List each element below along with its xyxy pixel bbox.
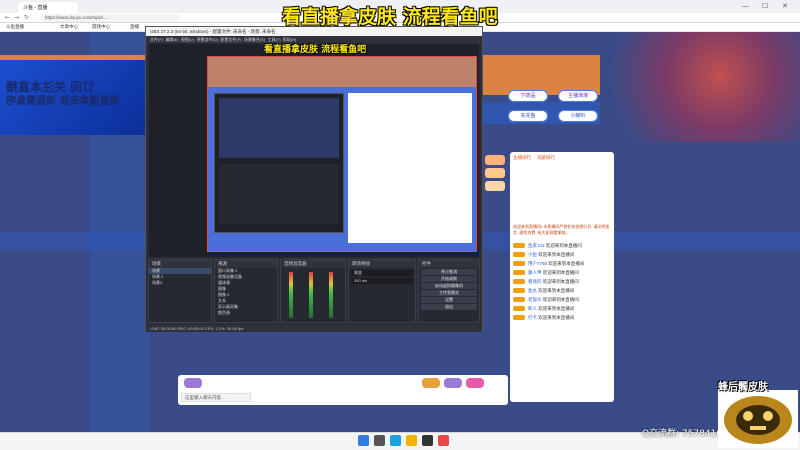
banner-art — [600, 32, 800, 142]
list-item: 打卡 欢迎来到本直播间 — [510, 313, 614, 322]
controls-dock: 控件 停止推流 开始录制 启动虚拟摄像机 工作室模式 设置 退出 — [418, 259, 480, 323]
chat-input[interactable]: 这里输入聊天内容... — [181, 393, 251, 402]
gift-icon[interactable] — [485, 181, 505, 191]
obs-icon[interactable] — [422, 435, 433, 446]
bottom-toolbar: 这里输入聊天内容... — [178, 375, 508, 405]
menu-item[interactable]: 场景集合(S) — [244, 37, 265, 42]
windows-start-icon[interactable] — [358, 435, 369, 446]
close-icon[interactable]: ✕ — [782, 2, 788, 10]
obs-window: OBS 27.2.3 (64-bit, windows) - 配置文件: 未命名… — [145, 26, 483, 332]
stop-stream-button[interactable]: 停止推流 — [421, 269, 477, 275]
maximize-icon[interactable]: ☐ — [762, 2, 768, 10]
menu-item[interactable]: 视图(V) — [181, 37, 194, 42]
scenes-dock: 场景 场景 场景 2 场景3 — [148, 259, 212, 323]
list-item: 鱼丸 欢迎来到本直播间 — [510, 286, 614, 295]
scene-item[interactable]: 场景3 — [149, 280, 211, 286]
list-item: 用户7788 欢迎来到本直播间 — [510, 259, 614, 268]
emote-icon[interactable] — [422, 378, 440, 388]
search-icon[interactable] — [374, 435, 385, 446]
back-icon[interactable]: ← — [5, 14, 10, 21]
gift-column — [482, 152, 508, 272]
dock-header: 音频混音器 — [281, 260, 345, 268]
page-button[interactable]: 充充鱼 — [508, 110, 548, 122]
dock-header: 转场特效 — [349, 260, 415, 268]
cam-label: 蜂后髑皮肤 — [718, 382, 768, 393]
dock-header: 场景 — [149, 260, 211, 268]
gift-icon[interactable] — [485, 155, 505, 165]
overlay-caption: 看直播拿皮肤 流程看鱼吧 — [282, 6, 498, 28]
forward-icon[interactable]: → — [14, 14, 19, 21]
browser-tab[interactable]: 斗鱼 - 直播 — [18, 2, 78, 13]
duration-field[interactable]: 300 ms — [351, 278, 413, 284]
settings-button[interactable]: 设置 — [421, 297, 477, 303]
chat-list: 鱼友123 欢迎来到本直播间 小鱼 欢迎来到本直播间 用户7788 欢迎来到本直… — [510, 241, 614, 322]
page-button[interactable]: 下饰品 — [508, 90, 548, 102]
mascot-icon — [724, 396, 792, 444]
volume-meter — [289, 272, 293, 318]
emote-icon[interactable] — [466, 378, 484, 388]
menu-item[interactable]: 文件(F) — [150, 37, 163, 42]
bookmark-item[interactable]: 文章中心 — [60, 24, 78, 30]
exit-button[interactable]: 退出 — [421, 304, 477, 310]
bookmark-item[interactable]: 直播 — [130, 24, 139, 30]
list-item: 老观众 欢迎来到本直播间 — [510, 295, 614, 304]
page-button[interactable]: 小喇叭 — [558, 110, 598, 122]
bookmark-item[interactable]: 游戏中心 — [92, 24, 110, 30]
transition-select[interactable]: 渐变 — [351, 270, 413, 276]
sources-dock: 来源 窗口采集 2 视频采集设备 媒体源 图像 图像 2 文本 显示器采集 颜色… — [214, 259, 278, 323]
chat-panel: 主播排行 贡献排行 欢迎来到直播间! 本直播间严禁任何违规行为, 请文明发言, … — [510, 152, 614, 402]
edge-icon[interactable] — [390, 435, 401, 446]
emote-icon[interactable] — [444, 378, 462, 388]
list-item: 鱼友123 欢迎来到本直播间 — [510, 241, 614, 250]
list-item: 看戏的 欢迎来到本直播间 — [510, 277, 614, 286]
preview-source — [207, 56, 477, 252]
dock-header: 控件 — [419, 260, 479, 268]
nested-caption: 看直播拿皮肤 流程看鱼吧 — [264, 45, 367, 55]
mirror-text: 看直播拿皮肤 流程看鱼吧 — [6, 96, 120, 107]
studio-mode-button[interactable]: 工作室模式 — [421, 290, 477, 296]
virtual-camera-button[interactable]: 启动虚拟摄像机 — [421, 283, 477, 289]
list-item: 小鱼 欢迎来到本直播间 — [510, 250, 614, 259]
emote-icon[interactable] — [184, 378, 202, 388]
app-icon[interactable] — [438, 435, 449, 446]
nested-obs — [214, 93, 344, 233]
minimize-icon[interactable]: — — [742, 2, 749, 10]
menu-item[interactable]: 配置文件(P) — [220, 37, 241, 42]
source-item[interactable]: 颜色源 — [215, 310, 277, 316]
chat-tab[interactable]: 贡献排行 — [537, 155, 555, 161]
menu-item[interactable]: 停靠部件(D) — [197, 37, 219, 42]
status-bar: LIVE: 00:00:00 REC: 00:00:00 CPU: 2.1%, … — [146, 325, 482, 332]
nested-page — [348, 93, 472, 243]
dock-header: 来源 — [215, 260, 277, 268]
chat-tab[interactable]: 主播排行 — [513, 155, 531, 161]
volume-meter — [329, 272, 333, 318]
menu-item[interactable]: 编辑(E) — [165, 37, 178, 42]
transitions-dock: 转场特效 渐变 300 ms — [348, 259, 416, 323]
page-button[interactable]: 主播演演 — [558, 90, 598, 102]
volume-meter — [309, 272, 313, 318]
preview-canvas[interactable] — [149, 44, 479, 257]
refresh-icon[interactable]: ↻ — [24, 14, 29, 21]
bookmark-item[interactable]: 斗鱼直播 — [6, 24, 24, 30]
streamer-cam — [718, 390, 798, 448]
list-item: 路人甲 欢迎来到本直播间 — [510, 268, 614, 277]
start-record-button[interactable]: 开始录制 — [421, 276, 477, 282]
folder-icon[interactable] — [406, 435, 417, 446]
list-item: 新人 欢迎来到本直播间 — [510, 304, 614, 313]
gift-icon[interactable] — [485, 168, 505, 178]
url-field[interactable]: https://www.douyu.com/topic/... — [40, 14, 180, 22]
chat-notice: 欢迎来到直播间! 本直播间严禁任何违规行为, 请文明发言, 理性消费, 祝大家观… — [513, 224, 610, 235]
mixer-dock: 音频混音器 — [280, 259, 346, 323]
